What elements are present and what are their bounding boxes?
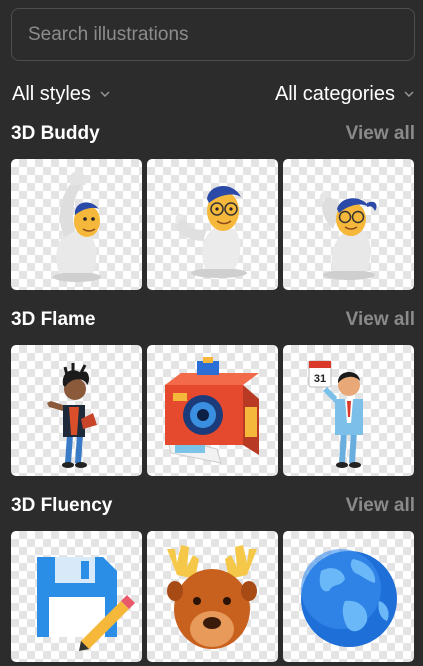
section-title: 3D Flame — [11, 309, 96, 330]
section-3d-flame: 3D Flame View all 31 — [11, 306, 415, 476]
chevron-down-icon — [100, 91, 110, 97]
illustration-grid: 31 — [11, 345, 415, 476]
illustration-tile[interactable] — [147, 159, 278, 290]
moose-icon — [167, 545, 257, 649]
styles-dropdown-label: All styles — [12, 82, 91, 105]
illustration-tile[interactable] — [147, 345, 278, 476]
illustration-grid — [11, 159, 415, 290]
section-header: 3D Buddy View all — [11, 120, 415, 148]
categories-dropdown-label: All categories — [274, 82, 395, 105]
globe-icon — [301, 549, 397, 647]
buddy-waving-icon — [53, 171, 101, 282]
illustration-tile[interactable]: 31 — [283, 345, 414, 476]
search-box[interactable] — [11, 8, 415, 61]
view-all-link[interactable]: View all — [346, 123, 415, 145]
businessman-calendar-icon: 31 — [308, 360, 363, 468]
section-header: 3D Fluency View all — [11, 492, 415, 520]
calendar-day: 31 — [314, 373, 326, 385]
illustration-tile[interactable] — [11, 345, 142, 476]
categories-dropdown[interactable]: All categories — [275, 83, 415, 106]
section-title: 3D Buddy — [11, 123, 100, 144]
illustration-tile[interactable] — [11, 159, 142, 290]
filters-bar: All styles All categories — [12, 80, 415, 108]
illustrations-panel: All styles All categories 3D Buddy View … — [0, 0, 423, 666]
section-3d-fluency: 3D Fluency View all — [11, 492, 415, 662]
view-all-link[interactable]: View all — [346, 309, 415, 331]
illustration-tile[interactable] — [283, 159, 414, 290]
section-3d-buddy: 3D Buddy View all — [11, 120, 415, 290]
search-input[interactable] — [12, 9, 414, 60]
chevron-down-icon — [404, 91, 414, 97]
illustration-tile[interactable] — [11, 531, 142, 662]
section-title: 3D Fluency — [11, 495, 113, 516]
instant-camera-icon — [165, 357, 259, 464]
section-header: 3D Flame View all — [11, 306, 415, 334]
illustration-grid — [11, 531, 415, 662]
illustration-tile[interactable] — [283, 531, 414, 662]
view-all-link[interactable]: View all — [346, 495, 415, 517]
buddy-peeking-icon — [319, 191, 377, 280]
styles-dropdown[interactable]: All styles — [12, 83, 111, 106]
buddy-thumbs-up-icon — [175, 185, 247, 278]
guitarist-icon — [47, 363, 97, 468]
floppy-disk-edit-icon — [37, 557, 135, 651]
illustration-tile[interactable] — [147, 531, 278, 662]
